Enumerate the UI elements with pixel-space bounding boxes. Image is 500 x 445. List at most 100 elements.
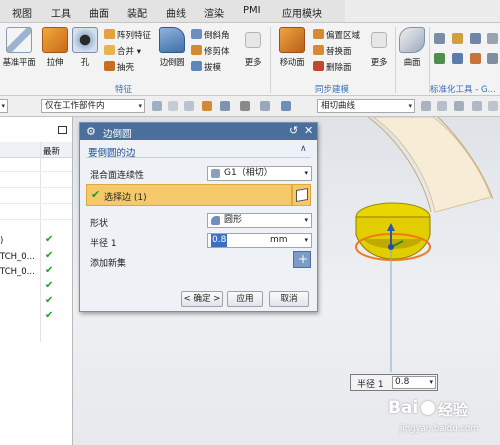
ok-button[interactable]: < 确定 > — [181, 291, 223, 307]
check-icon: ✔ — [45, 250, 54, 261]
section-edges-to-blend[interactable]: 要倒圆的边 ∧ — [86, 144, 311, 159]
curve-rule-dropdown[interactable]: 相切曲线 ▾ — [317, 99, 415, 113]
snap-icon[interactable] — [152, 101, 162, 111]
tool-grid-icon[interactable] — [434, 53, 445, 64]
snap-icon[interactable] — [421, 101, 431, 111]
apply-button[interactable]: 应用 — [227, 291, 263, 307]
scope-dropdown[interactable]: 仅在工作部件内 ▾ — [41, 99, 145, 113]
hole-button[interactable]: 孔 — [70, 27, 100, 68]
chevron-up-icon[interactable]: ∧ — [300, 144, 307, 154]
feature-more-button[interactable]: 更多 — [240, 27, 266, 68]
chevron-down-icon: ▾ — [1, 102, 5, 110]
onscreen-radius-label: 半径 1 — [357, 380, 384, 390]
sync-more-button[interactable]: 更多 — [366, 27, 392, 68]
column-header-latest[interactable]: 最新 — [43, 145, 60, 157]
shape-dropdown[interactable]: 圆形 ▾ — [207, 213, 312, 228]
select-icon[interactable] — [260, 101, 270, 111]
snap-icon[interactable] — [488, 101, 498, 111]
select-icon[interactable] — [240, 101, 250, 111]
trim-body-label: 修剪体 — [204, 47, 230, 57]
chevron-down-icon: ▾ — [304, 169, 308, 177]
menu-surface[interactable]: 曲面 — [89, 5, 109, 20]
continuity-label: 混合面连续性 — [90, 171, 145, 181]
chevron-down-icon: ▾ — [304, 236, 308, 244]
section-title: 要倒圆的边 — [88, 148, 136, 159]
tool-grid-icon[interactable] — [487, 33, 498, 44]
tool-grid-icon[interactable] — [470, 53, 481, 64]
chamfer-button[interactable]: 倒斜角 — [191, 29, 230, 41]
replace-face-button[interactable]: 替换面 — [313, 45, 352, 57]
handle-point[interactable] — [388, 244, 394, 250]
replace-face-label: 替换面 — [326, 47, 352, 57]
delete-face-icon — [313, 61, 324, 71]
unite-icon — [104, 45, 115, 55]
column-divider — [40, 142, 41, 342]
cancel-button[interactable]: 取消 — [269, 291, 309, 307]
edge-blend-button[interactable]: 边倒圆 — [157, 27, 187, 68]
trim-body-button[interactable]: 修剪体 — [191, 45, 230, 57]
draft-button[interactable]: 拔模 — [191, 61, 221, 73]
snap-icon[interactable] — [184, 101, 194, 111]
paw-icon — [421, 401, 435, 415]
snap-icon[interactable] — [168, 101, 178, 111]
tool-grid-icon[interactable] — [434, 33, 445, 44]
shell-button[interactable]: 抽壳 — [104, 61, 134, 73]
tool-grid-icon[interactable] — [452, 53, 463, 64]
sync-more-label: 更多 — [370, 58, 388, 68]
extrude-button[interactable]: 拉伸 — [40, 27, 70, 68]
replace-face-icon — [313, 45, 324, 55]
select-icon[interactable] — [202, 101, 212, 111]
curve-rule-value: 相切曲线 — [321, 101, 356, 111]
unite-button[interactable]: 合并 ▾ — [104, 45, 141, 57]
edge-blend-label: 边倒圆 — [159, 58, 185, 68]
snap-icon[interactable] — [454, 101, 464, 111]
reset-icon[interactable]: ↺ — [289, 124, 298, 137]
snap-icon[interactable] — [472, 101, 482, 111]
select-edge-button[interactable] — [292, 184, 311, 206]
group-feature: 特征 — [115, 85, 133, 95]
edge-blend-dialog: ⚙ 边倒圆 ↺ ✕ 要倒圆的边 ∧ 混合面连续性 G1（相切） ▾ ✔ 选择边 … — [79, 122, 318, 312]
close-icon[interactable]: ✕ — [304, 124, 313, 137]
tool-grid-icon[interactable] — [452, 33, 463, 44]
offset-region-button[interactable]: 偏置区域 — [313, 29, 360, 41]
select-icon[interactable] — [281, 101, 291, 111]
radius-input[interactable]: 0.8 mm ▾ — [207, 233, 312, 248]
menu-curve[interactable]: 曲线 — [166, 5, 186, 20]
menu-application[interactable]: 应用模块 — [282, 5, 322, 20]
hole-label: 孔 — [80, 58, 90, 68]
surface-button[interactable]: 曲面 — [398, 27, 426, 68]
tool-grid-icon[interactable] — [470, 33, 481, 44]
menu-render[interactable]: 渲染 — [204, 5, 224, 20]
move-face-button[interactable]: 移动面 — [276, 27, 308, 68]
draft-icon — [191, 61, 202, 71]
select-edge-row[interactable]: ✔ 选择边 (1) — [86, 184, 292, 206]
navigator-maximize-icon[interactable] — [58, 126, 67, 134]
part-navigator: 最新 ) ✔ TCH_0... ✔ TCH_0... ✔ ✔ ✔ ✔ — [0, 117, 73, 445]
row-divider — [0, 187, 72, 188]
continuity-dropdown[interactable]: G1（相切） ▾ — [207, 166, 312, 181]
menu-pmi[interactable]: PMI — [243, 5, 261, 16]
delete-face-label: 删除面 — [326, 63, 352, 73]
more-icon — [371, 32, 387, 48]
type-filter-dropdown[interactable]: ▾ — [0, 99, 8, 113]
delete-face-button[interactable]: 删除面 — [313, 61, 352, 73]
menu-assembly[interactable]: 装配 — [127, 5, 147, 20]
shape-label: 形状 — [90, 219, 109, 229]
gear-icon[interactable]: ⚙ — [86, 125, 96, 138]
dialog-title-bar: ⚙ 边倒圆 ↺ ✕ — [80, 123, 317, 140]
snap-icon[interactable] — [437, 101, 447, 111]
tree-row-label[interactable]: ) — [0, 236, 3, 246]
datum-plane-icon — [6, 27, 32, 53]
row-divider — [0, 203, 72, 204]
tree-row-label[interactable]: TCH_0... — [0, 267, 35, 277]
add-new-set-button[interactable]: + — [293, 251, 311, 268]
datum-plane-button[interactable]: 基准平面 — [2, 27, 36, 68]
pattern-feature-button[interactable]: 阵列特征 — [104, 29, 151, 41]
add-icon: + — [298, 252, 309, 266]
select-icon[interactable] — [220, 101, 230, 111]
menu-view[interactable]: 视图 — [12, 5, 32, 20]
tool-grid-icon[interactable] — [487, 53, 498, 64]
tree-row-label[interactable]: TCH_0... — [0, 252, 35, 262]
onscreen-radius-input[interactable]: 0.8 ▾ — [392, 376, 436, 389]
menu-tools[interactable]: 工具 — [51, 5, 71, 20]
